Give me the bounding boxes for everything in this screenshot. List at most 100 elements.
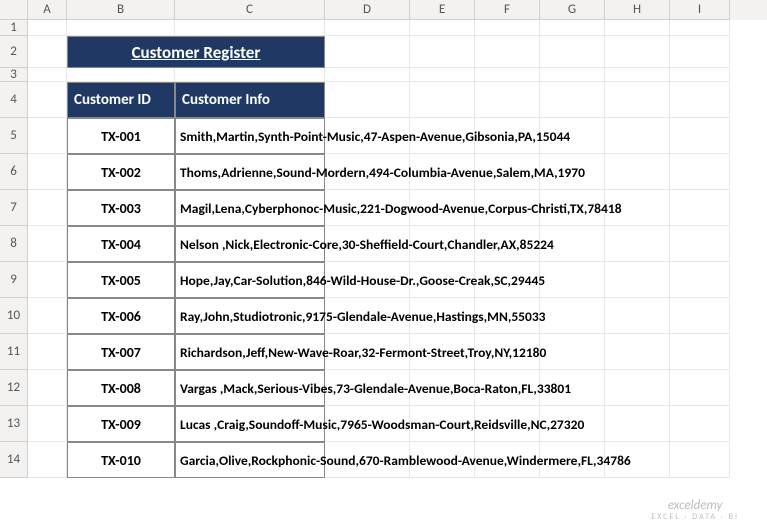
- customer-id-cell[interactable]: TX-007: [67, 334, 175, 370]
- row-header-3[interactable]: 3: [0, 68, 28, 82]
- cell-A11[interactable]: [28, 334, 67, 370]
- row-header-8[interactable]: 8: [0, 226, 28, 262]
- cell-I8[interactable]: [670, 226, 730, 262]
- customer-id-cell[interactable]: TX-010: [67, 442, 175, 478]
- customer-id-cell[interactable]: TX-004: [67, 226, 175, 262]
- cell-I11[interactable]: [670, 334, 730, 370]
- cell-G2[interactable]: [540, 36, 605, 68]
- title-cell[interactable]: Customer Register: [67, 36, 325, 68]
- col-header-C[interactable]: C: [175, 0, 325, 20]
- cell-I3[interactable]: [670, 68, 730, 82]
- cell-A12[interactable]: [28, 370, 67, 406]
- customer-info-cell[interactable]: Lucas ,Craig,Soundoff-Music,7965-Woodsma…: [175, 406, 325, 442]
- cell-G1[interactable]: [540, 20, 605, 36]
- row-header-2[interactable]: 2: [0, 36, 28, 68]
- cell-E4[interactable]: [410, 82, 475, 118]
- col-header-F[interactable]: F: [475, 0, 540, 20]
- row-header-14[interactable]: 14: [0, 442, 28, 478]
- cell-I12[interactable]: [670, 370, 730, 406]
- cell-H9[interactable]: [605, 262, 670, 298]
- customer-info-cell[interactable]: Nelson ,Nick,Electronic-Core,30-Sheffiel…: [175, 226, 325, 262]
- row-header-7[interactable]: 7: [0, 190, 28, 226]
- cell-A7[interactable]: [28, 190, 67, 226]
- header-customer-id[interactable]: Customer ID: [67, 82, 175, 118]
- cell-G11[interactable]: [540, 334, 605, 370]
- cell-A2[interactable]: [28, 36, 67, 68]
- customer-id-cell[interactable]: TX-005: [67, 262, 175, 298]
- cell-D3[interactable]: [325, 68, 410, 82]
- cell-H4[interactable]: [605, 82, 670, 118]
- customer-id-cell[interactable]: TX-002: [67, 154, 175, 190]
- cell-A5[interactable]: [28, 118, 67, 154]
- cell-H13[interactable]: [605, 406, 670, 442]
- cell-H11[interactable]: [605, 334, 670, 370]
- row-header-1[interactable]: 1: [0, 20, 28, 36]
- col-header-D[interactable]: D: [325, 0, 410, 20]
- cell-A8[interactable]: [28, 226, 67, 262]
- cell-G10[interactable]: [540, 298, 605, 334]
- cell-I1[interactable]: [670, 20, 730, 36]
- customer-id-cell[interactable]: TX-009: [67, 406, 175, 442]
- cell-H10[interactable]: [605, 298, 670, 334]
- col-header-E[interactable]: E: [410, 0, 475, 20]
- cell-C1[interactable]: [175, 20, 325, 36]
- row-header-10[interactable]: 10: [0, 298, 28, 334]
- cell-H1[interactable]: [605, 20, 670, 36]
- customer-info-cell[interactable]: Garcia,Olive,Rockphonic-Sound,670-Ramble…: [175, 442, 325, 478]
- cell-F1[interactable]: [475, 20, 540, 36]
- customer-info-cell[interactable]: Smith,Martin,Synth-Point-Music,47-Aspen-…: [175, 118, 325, 154]
- cell-E3[interactable]: [410, 68, 475, 82]
- cell-A14[interactable]: [28, 442, 67, 478]
- cell-I14[interactable]: [670, 442, 730, 478]
- row-header-4[interactable]: 4: [0, 82, 28, 118]
- cell-H8[interactable]: [605, 226, 670, 262]
- customer-info-cell[interactable]: Hope,Jay,Car-Solution,846-Wild-House-Dr.…: [175, 262, 325, 298]
- customer-info-cell[interactable]: Thoms,Adrienne,Sound-Mordern,494-Columbi…: [175, 154, 325, 190]
- cell-H2[interactable]: [605, 36, 670, 68]
- cell-E1[interactable]: [410, 20, 475, 36]
- customer-info-cell[interactable]: Ray,John,Studiotronic,9175-Glendale-Aven…: [175, 298, 325, 334]
- customer-id-cell[interactable]: TX-001: [67, 118, 175, 154]
- col-header-A[interactable]: A: [28, 0, 67, 20]
- cell-A1[interactable]: [28, 20, 67, 36]
- col-header-B[interactable]: B: [67, 0, 175, 20]
- cell-I6[interactable]: [670, 154, 730, 190]
- row-header-12[interactable]: 12: [0, 370, 28, 406]
- col-header-G[interactable]: G: [540, 0, 605, 20]
- cell-I10[interactable]: [670, 298, 730, 334]
- cell-H5[interactable]: [605, 118, 670, 154]
- row-header-6[interactable]: 6: [0, 154, 28, 190]
- cell-G9[interactable]: [540, 262, 605, 298]
- customer-info-cell[interactable]: Magil,Lena,Cyberphonoc-Music,221-Dogwood…: [175, 190, 325, 226]
- cell-A3[interactable]: [28, 68, 67, 82]
- cell-I4[interactable]: [670, 82, 730, 118]
- cell-D1[interactable]: [325, 20, 410, 36]
- cell-I13[interactable]: [670, 406, 730, 442]
- cell-A4[interactable]: [28, 82, 67, 118]
- cell-H12[interactable]: [605, 370, 670, 406]
- cell-I5[interactable]: [670, 118, 730, 154]
- cell-A9[interactable]: [28, 262, 67, 298]
- cell-G3[interactable]: [540, 68, 605, 82]
- row-header-13[interactable]: 13: [0, 406, 28, 442]
- cell-F3[interactable]: [475, 68, 540, 82]
- cell-H3[interactable]: [605, 68, 670, 82]
- col-header-I[interactable]: I: [670, 0, 730, 20]
- cell-I9[interactable]: [670, 262, 730, 298]
- cell-I7[interactable]: [670, 190, 730, 226]
- cell-G4[interactable]: [540, 82, 605, 118]
- col-header-H[interactable]: H: [605, 0, 670, 20]
- cell-A13[interactable]: [28, 406, 67, 442]
- customer-info-cell[interactable]: Vargas ,Mack,Serious-Vibes,73-Glendale-A…: [175, 370, 325, 406]
- cell-A10[interactable]: [28, 298, 67, 334]
- customer-id-cell[interactable]: TX-006: [67, 298, 175, 334]
- cell-C3[interactable]: [175, 68, 325, 82]
- row-header-9[interactable]: 9: [0, 262, 28, 298]
- cell-B3[interactable]: [67, 68, 175, 82]
- row-header-5[interactable]: 5: [0, 118, 28, 154]
- customer-id-cell[interactable]: TX-003: [67, 190, 175, 226]
- cell-E2[interactable]: [410, 36, 475, 68]
- cell-F2[interactable]: [475, 36, 540, 68]
- customer-info-cell[interactable]: Richardson,Jeff,New-Wave-Roar,32-Fermont…: [175, 334, 325, 370]
- select-all-corner[interactable]: [0, 0, 28, 20]
